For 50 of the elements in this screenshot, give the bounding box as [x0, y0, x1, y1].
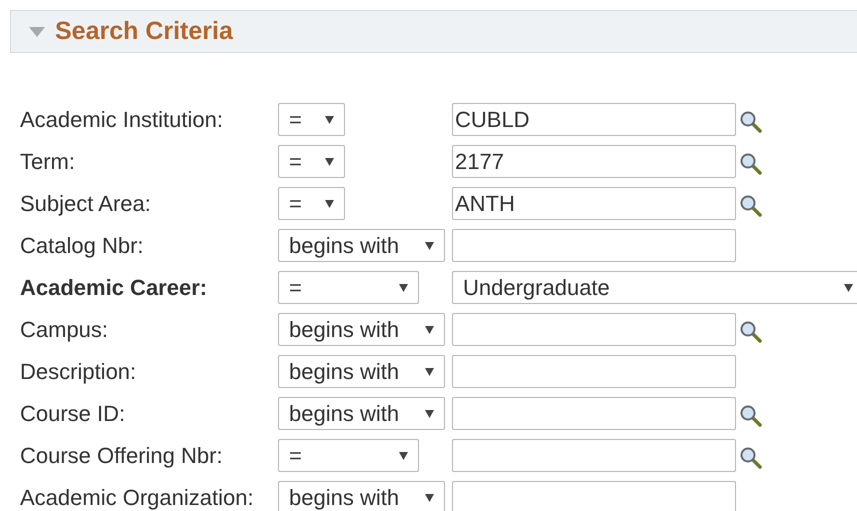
operator-dropdown[interactable]: begins with	[278, 355, 445, 388]
operator-dropdown[interactable]: begins with	[278, 313, 445, 346]
field-label: Academic Institution:	[20, 106, 224, 134]
operator-dropdown[interactable]: =	[278, 145, 345, 178]
value-field[interactable]	[452, 439, 736, 472]
value-dropdown[interactable]: Undergraduate	[452, 271, 857, 304]
caret-icon	[425, 325, 434, 334]
value-field[interactable]: ANTH	[452, 187, 736, 220]
section-header[interactable]: Search Criteria	[10, 10, 857, 53]
field-label: Course Offering Nbr:	[20, 442, 224, 470]
field-label: Course ID:	[20, 400, 126, 428]
field-label: Description:	[20, 358, 138, 386]
value-field[interactable]	[452, 481, 736, 511]
operator-dropdown[interactable]: =	[278, 187, 345, 220]
caret-icon	[325, 115, 334, 124]
search-icon[interactable]	[740, 446, 762, 468]
caret-icon	[425, 367, 434, 376]
search-icon[interactable]	[740, 320, 762, 342]
value-field[interactable]	[452, 229, 736, 262]
search-icon[interactable]	[740, 194, 762, 216]
caret-icon	[325, 157, 334, 166]
operator-dropdown[interactable]: =	[278, 103, 345, 136]
caret-icon	[399, 451, 408, 460]
caret-icon	[325, 199, 334, 208]
value-field[interactable]	[452, 355, 736, 388]
caret-icon	[425, 493, 434, 502]
value-field[interactable]: 2177	[452, 145, 736, 178]
search-icon[interactable]	[740, 404, 762, 426]
operator-dropdown[interactable]: begins with	[278, 229, 445, 262]
value-field[interactable]	[452, 313, 736, 346]
caret-icon	[844, 283, 853, 292]
field-label: Academic Career:	[20, 274, 208, 302]
caret-icon	[425, 241, 434, 250]
value-field[interactable]: CUBLD	[452, 103, 736, 136]
operator-dropdown[interactable]: begins with	[278, 481, 445, 511]
field-label: Campus:	[20, 316, 110, 344]
operator-dropdown[interactable]: =	[278, 439, 419, 472]
operator-dropdown[interactable]: =	[278, 271, 419, 304]
value-field[interactable]	[452, 397, 736, 430]
section-title: Search Criteria	[55, 16, 233, 47]
caret-icon	[425, 409, 434, 418]
field-label: Subject Area:	[20, 190, 152, 218]
operator-dropdown[interactable]: begins with	[278, 397, 445, 430]
search-icon[interactable]	[740, 152, 762, 174]
field-label: Academic Organization:	[20, 484, 255, 511]
field-label: Catalog Nbr:	[20, 232, 145, 260]
collapse-triangle-icon[interactable]	[29, 26, 45, 36]
search-icon[interactable]	[740, 110, 762, 132]
field-label: Term:	[20, 148, 76, 176]
caret-icon	[399, 283, 408, 292]
